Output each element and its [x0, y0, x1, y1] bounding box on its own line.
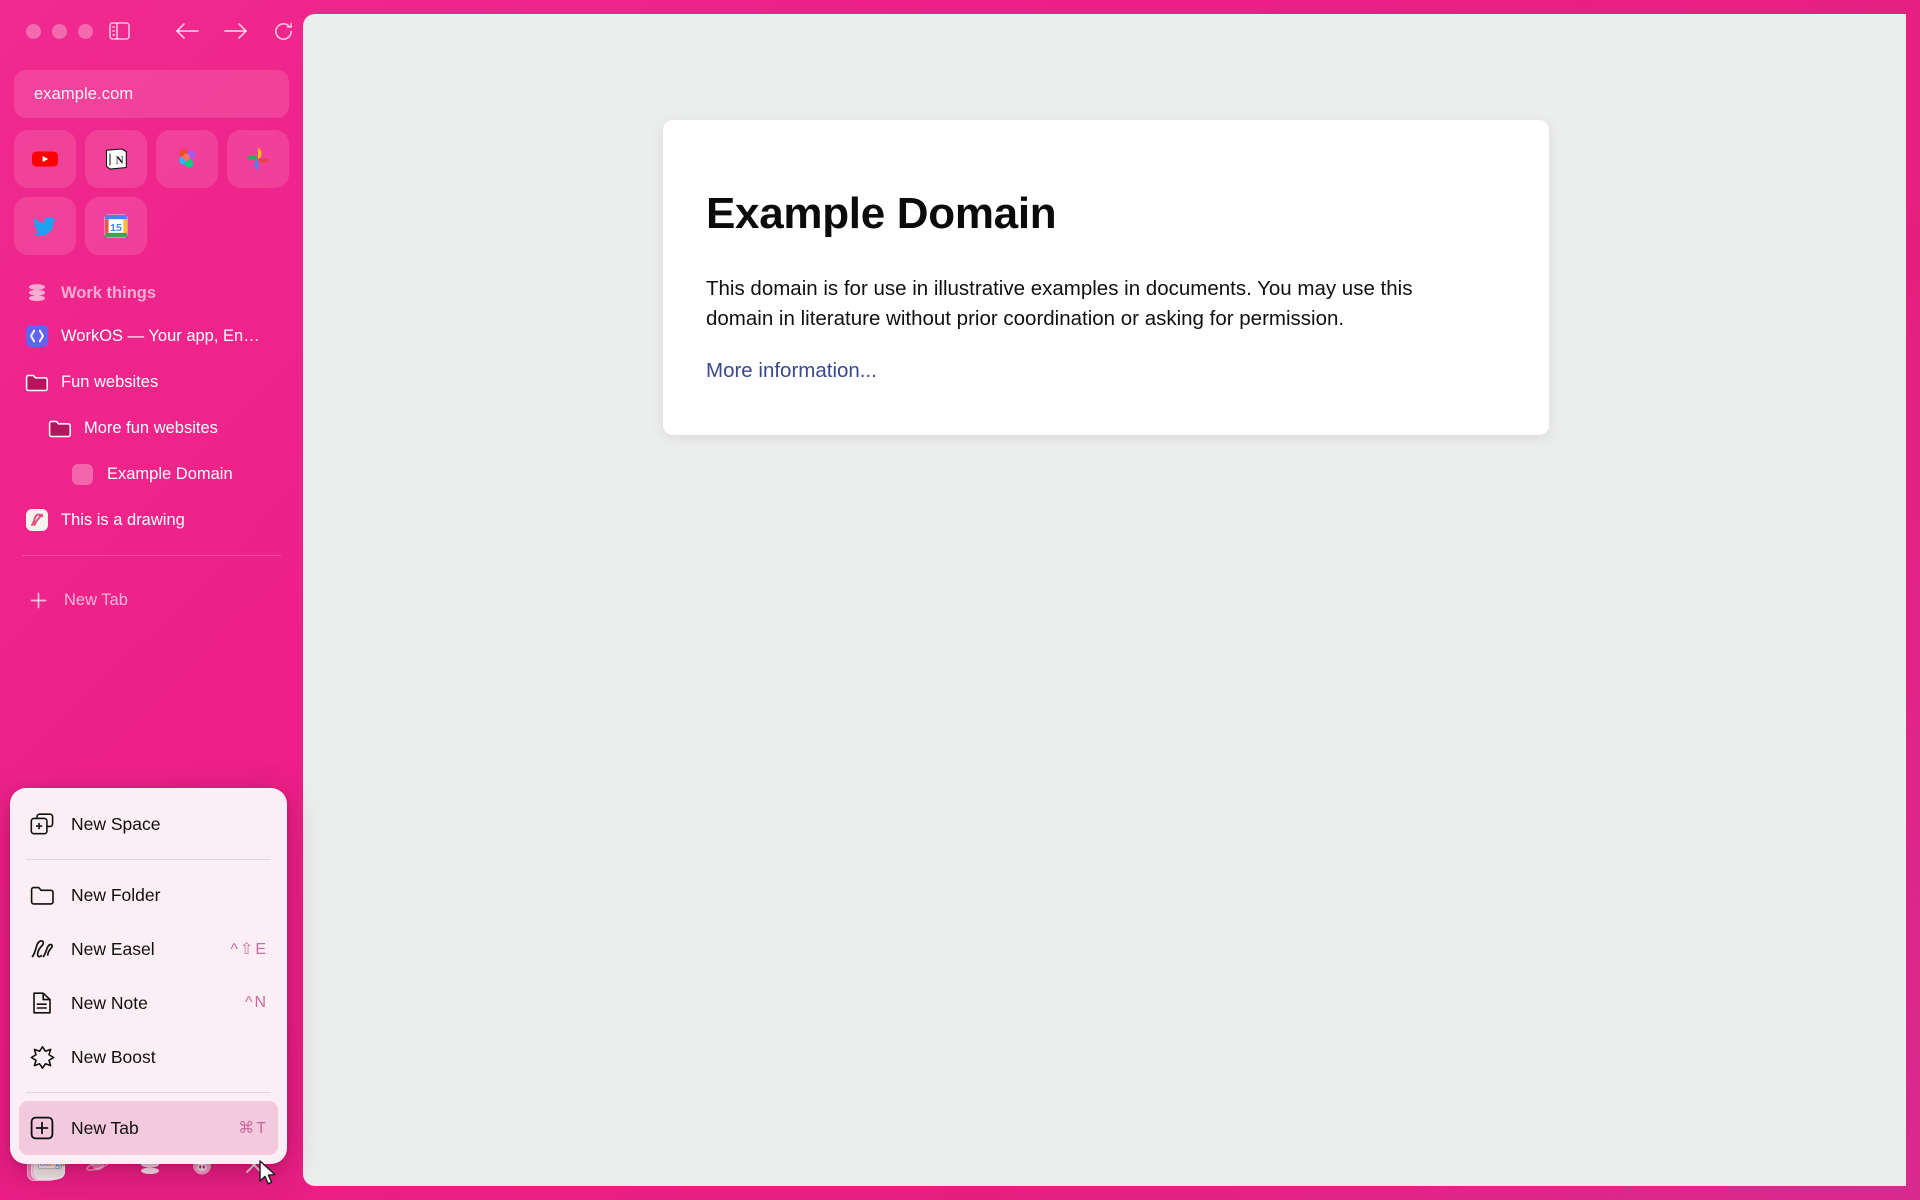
note-icon — [29, 990, 55, 1016]
new-tab-label: New Tab — [64, 590, 128, 609]
pinned-tab-youtube[interactable] — [14, 130, 76, 188]
space-header[interactable]: Work things — [14, 273, 289, 313]
menu-item-label: New Folder — [71, 884, 161, 905]
navigation-buttons — [170, 16, 300, 46]
arrow-left-icon[interactable] — [170, 16, 204, 46]
menu-item-label: New Note — [71, 992, 148, 1013]
plus-icon — [27, 589, 50, 612]
sidebar-new-tab-button[interactable]: New Tab — [14, 578, 289, 622]
pinned-tab-google-calendar[interactable]: 15 — [85, 197, 147, 255]
new-tab-context-menu: New Space New Folder New Easel ^⇧E New N… — [10, 788, 287, 1164]
sidebar-item-label: Fun websites — [61, 372, 159, 391]
menu-item-label: New Space — [71, 813, 161, 834]
stack-icon — [25, 282, 48, 305]
figma-icon — [179, 149, 196, 168]
menu-item-new-easel[interactable]: New Easel ^⇧E — [19, 922, 278, 976]
svg-text:N: N — [116, 155, 124, 167]
close-button[interactable] — [26, 23, 41, 39]
page-title: Example Domain — [706, 189, 1057, 238]
arrow-right-icon[interactable] — [218, 16, 252, 46]
menu-item-label: New Easel — [71, 938, 155, 959]
menu-item-new-folder[interactable]: New Folder — [19, 868, 278, 922]
menu-item-shortcut: ^N — [244, 994, 268, 1011]
menu-item-new-note[interactable]: New Note ^N — [19, 976, 278, 1030]
plus-box-icon — [29, 1115, 55, 1141]
menu-item-new-tab[interactable]: New Tab ⌘T — [19, 1101, 278, 1155]
web-content-area: Example Domain This domain is for use in… — [303, 14, 1906, 1186]
page-body-text: This domain is for use in illustrative e… — [706, 277, 1413, 330]
menu-item-label: New Boost — [71, 1046, 156, 1067]
folder-icon — [48, 417, 71, 440]
pinned-tab-twitter[interactable] — [14, 197, 76, 255]
more-information-link[interactable]: More information... — [706, 359, 877, 382]
sidebar-folder-fun-websites[interactable]: Fun websites — [14, 359, 289, 405]
sidebar-folder-more-fun-websites[interactable]: More fun websites — [14, 405, 289, 451]
sidebar-item-label: WorkOS — Your app, En… — [61, 326, 260, 345]
sidebar-item-label: More fun websites — [84, 418, 218, 437]
youtube-icon — [32, 151, 58, 167]
folder-icon — [25, 371, 48, 394]
new-space-icon — [29, 811, 55, 837]
sidebar-item-label: This is a drawing — [61, 510, 185, 529]
pinned-tab-google-photos[interactable] — [227, 130, 289, 188]
easel-icon — [25, 509, 48, 532]
svg-text:15: 15 — [110, 222, 122, 234]
easel-scribble-icon — [29, 936, 55, 962]
pinned-tabs-grid: N 15 — [14, 130, 289, 255]
menu-item-new-boost[interactable]: New Boost — [19, 1030, 278, 1084]
sidebar-easel-this-is-a-drawing[interactable]: This is a drawing — [14, 497, 289, 543]
folder-icon — [29, 882, 55, 908]
menu-separator — [26, 1092, 271, 1093]
window-toolbar — [14, 0, 292, 62]
sidebar-divider — [22, 555, 281, 556]
sidebar-tab-example-domain[interactable]: Example Domain — [14, 451, 289, 497]
menu-item-new-space[interactable]: New Space — [19, 797, 278, 851]
twitter-icon — [32, 216, 56, 236]
workos-icon — [25, 325, 48, 348]
menu-item-label: New Tab — [71, 1117, 139, 1138]
menu-item-shortcut: ^⇧E — [230, 941, 268, 958]
url-text: example.com — [34, 84, 134, 103]
menu-item-shortcut: ⌘T — [238, 1120, 268, 1137]
pinned-tab-notion[interactable]: N — [85, 130, 147, 188]
traffic-lights — [26, 23, 93, 39]
url-bar[interactable]: example.com — [14, 70, 289, 118]
google-photos-icon — [247, 148, 269, 170]
sidebar-toggle-icon[interactable] — [109, 16, 130, 46]
space-label: Work things — [61, 283, 157, 302]
pinned-tab-figma[interactable] — [156, 130, 218, 188]
google-calendar-icon: 15 — [104, 214, 128, 238]
browser-window: Example Domain This domain is for use in… — [0, 0, 1920, 1200]
blank-favicon — [71, 463, 94, 486]
menu-separator — [26, 859, 271, 860]
reload-icon[interactable] — [266, 16, 300, 46]
zoom-button[interactable] — [78, 23, 93, 39]
sidebar-item-label: Example Domain — [107, 464, 233, 483]
example-domain-card: Example Domain This domain is for use in… — [663, 120, 1549, 435]
sidebar-item-workos[interactable]: WorkOS — Your app, En… — [14, 313, 289, 359]
boost-star-icon — [29, 1044, 55, 1070]
notion-icon: N — [105, 148, 127, 170]
minimize-button[interactable] — [52, 23, 67, 39]
